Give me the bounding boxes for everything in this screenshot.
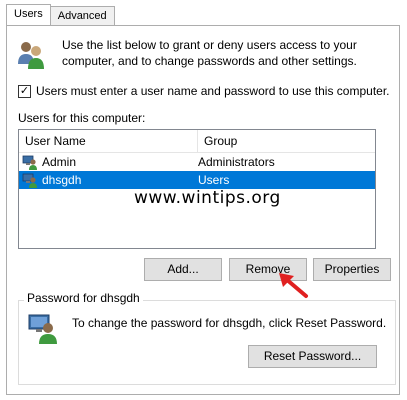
watermark: www.wintips.org	[134, 188, 281, 208]
user-icon	[22, 155, 37, 170]
tab-advanced[interactable]: Advanced	[49, 6, 115, 25]
user-name: dhsgdh	[42, 173, 82, 187]
require-login-checkbox[interactable]: ✓	[18, 84, 31, 98]
tab-users[interactable]: Users	[6, 4, 51, 25]
reset-password-button[interactable]: Reset Password...	[248, 345, 377, 368]
column-header-group[interactable]: Group	[198, 130, 375, 152]
table-row[interactable]: Admin Administrators	[19, 153, 375, 171]
properties-button[interactable]: Properties	[313, 258, 391, 281]
password-instructions: To change the password for dhsgdh, click…	[72, 316, 387, 330]
users-section-label: Users for this computer:	[18, 111, 146, 125]
password-group-title: Password for dhsgdh	[24, 291, 143, 305]
user-icon	[22, 173, 37, 188]
require-login-label: Users must enter a user name and passwor…	[36, 84, 390, 98]
red-arrow-annotation	[279, 273, 308, 298]
user-name: Admin	[42, 155, 77, 169]
add-button[interactable]: Add...	[144, 258, 222, 281]
require-login-row: ✓ Users must enter a user name and passw…	[18, 84, 390, 98]
user-group: Users	[198, 173, 230, 187]
user-group: Administrators	[198, 155, 275, 169]
list-header: User Name Group	[19, 130, 375, 153]
user-password-icon	[28, 314, 57, 344]
password-groupbox	[18, 300, 396, 385]
users-icon	[18, 42, 44, 69]
tab-strip: Users Advanced	[6, 4, 115, 26]
column-header-user-name[interactable]: User Name	[19, 130, 198, 152]
intro-text: Use the list below to grant or deny user…	[62, 38, 357, 68]
table-row-selected[interactable]: dhsgdh Users	[19, 171, 375, 189]
